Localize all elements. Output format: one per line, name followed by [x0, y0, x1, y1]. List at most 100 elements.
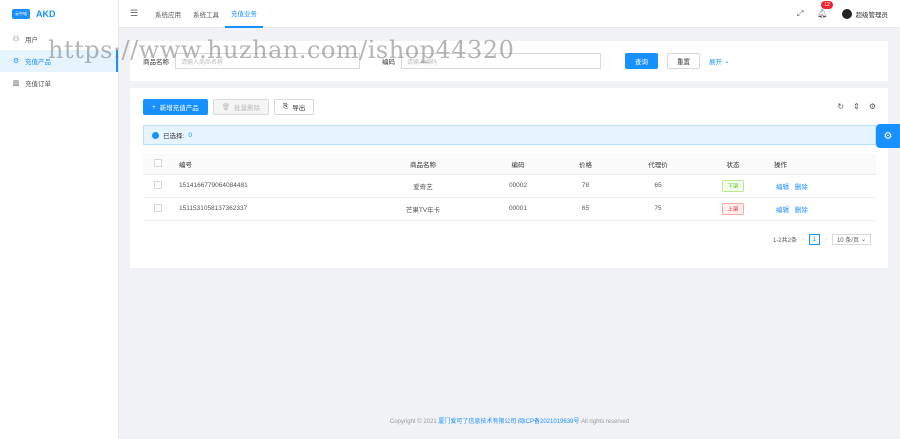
- bell-icon[interactable]: 🔔︎ 12: [817, 1, 833, 18]
- table-row: 1511531058137362337 芒果TV年卡 00001 65 75 上…: [143, 197, 876, 221]
- page-number-button[interactable]: 1: [808, 234, 820, 245]
- cell-name: 爱奇艺: [363, 174, 483, 198]
- menu-collapse-icon[interactable]: ☰: [119, 8, 149, 19]
- code-label: 编码: [382, 59, 395, 66]
- selection-prefix: 已选择:: [163, 133, 185, 140]
- cell-actions: 编辑 删除: [768, 174, 876, 198]
- batch-delete-button[interactable]: 🗑︎ 批量删除: [212, 99, 270, 115]
- query-button[interactable]: 查询: [625, 53, 658, 69]
- cell-id: 1514166779064084481: [173, 174, 363, 198]
- settings-icon[interactable]: ⚙: [869, 102, 876, 111]
- column-header-actions: 操作: [768, 154, 876, 175]
- add-product-button[interactable]: + 新增充值产品: [143, 99, 208, 115]
- export-label: 导出: [292, 105, 306, 112]
- select-all-checkbox-cell: [143, 154, 173, 175]
- footer-copyright: Copyright © 2021: [389, 419, 437, 425]
- top-header: ☰ 系统应用 系统工具 充值业务 ⤢ 🔔︎ 12 超级管理员: [119, 0, 900, 28]
- info-icon: [152, 131, 159, 139]
- row-checkbox[interactable]: [154, 180, 162, 189]
- status-badge: 下架: [722, 179, 744, 192]
- table-card: + 新增充值产品 🗑︎ 批量删除 ⎘ 导出 ↻ ⇕ ⚙ 已选择: 0 编号 商品…: [130, 88, 888, 268]
- avatar: [841, 8, 852, 19]
- product-name-label: 商品名称: [143, 59, 169, 66]
- export-button[interactable]: ⎘ 导出: [274, 99, 315, 115]
- notification-badge: 12: [821, 1, 833, 9]
- column-header-price[interactable]: 价格: [553, 154, 618, 175]
- table-header-row: 编号 商品名称 编码 价格 代理价 状态 操作: [143, 154, 876, 175]
- select-all-checkbox[interactable]: [154, 158, 162, 167]
- row-checkbox-cell: [143, 197, 173, 221]
- edit-link[interactable]: 编辑: [776, 184, 789, 191]
- cell-code: 00002: [483, 174, 553, 198]
- batch-delete-label: 批量删除: [234, 105, 261, 112]
- column-height-icon[interactable]: ⇕: [853, 102, 860, 111]
- pagination: 1-2共2条 ‹ 1 › 10 条/页 ⌄: [773, 234, 871, 245]
- cell-code: 00001: [483, 197, 553, 221]
- product-name-input[interactable]: 请输入商品名称: [175, 53, 360, 69]
- user-name: 超级管理员: [855, 11, 889, 19]
- cell-price: 65: [553, 197, 618, 221]
- page-size-value: 10 条/页: [836, 238, 859, 244]
- fullscreen-icon[interactable]: ⤢: [797, 9, 803, 19]
- footer-company-link[interactable]: 厦门爱可了信息技术有限公司 闽ICP备2021019639号: [438, 419, 579, 425]
- logo-mark: 云中城: [12, 9, 30, 19]
- tab-system-tools[interactable]: 系统工具: [187, 0, 225, 28]
- cell-status: 下架: [698, 174, 768, 198]
- plus-icon: +: [152, 103, 156, 111]
- sidebar-item-label: 充值产品: [25, 59, 51, 66]
- status-badge: 上架: [722, 202, 744, 215]
- logo-text: AKD: [36, 9, 56, 19]
- column-header-id[interactable]: 编号: [173, 154, 363, 175]
- prev-page-icon[interactable]: ‹: [802, 237, 804, 243]
- refresh-icon[interactable]: ↻: [837, 102, 844, 111]
- cell-name: 芒果TV年卡: [363, 197, 483, 221]
- reset-button[interactable]: 重置: [667, 53, 700, 69]
- selection-count: 0: [188, 131, 192, 139]
- sidebar-item-label: 充值订单: [25, 81, 51, 88]
- sidebar-item-label: 用户: [25, 37, 38, 44]
- product-table: 编号 商品名称 编码 价格 代理价 状态 操作 1514166779064084…: [143, 154, 876, 221]
- cell-agent-price: 65: [618, 174, 698, 198]
- delete-link[interactable]: 删除: [795, 184, 808, 191]
- page-size-select[interactable]: 10 条/页 ⌄: [831, 234, 871, 245]
- column-header-name[interactable]: 商品名称: [363, 154, 483, 175]
- add-product-label: 新增充值产品: [159, 105, 199, 112]
- chevron-down-icon: ⌄: [860, 237, 866, 243]
- column-header-code[interactable]: 编码: [483, 154, 553, 175]
- user-menu[interactable]: 超级管理员: [841, 8, 889, 19]
- table-tools: ↻ ⇕ ⚙: [837, 102, 876, 111]
- sidebar: 云中城 AKD ⚇ 用户 ⚙ 充值产品 ▥ 充值订单: [0, 0, 119, 439]
- delete-link[interactable]: 删除: [795, 207, 808, 214]
- expand-label: 展开: [709, 59, 722, 66]
- cell-actions: 编辑 删除: [768, 197, 876, 221]
- trash-icon: 🗑︎: [221, 104, 231, 111]
- tab-system-apps[interactable]: 系统应用: [149, 0, 187, 28]
- row-checkbox[interactable]: [154, 203, 162, 212]
- footer: Copyright © 2021 厦门爱可了信息技术有限公司 闽ICP备2021…: [119, 416, 900, 425]
- edit-link[interactable]: 编辑: [776, 207, 789, 214]
- row-checkbox-cell: [143, 174, 173, 198]
- cell-status: 上架: [698, 197, 768, 221]
- column-header-status[interactable]: 状态: [698, 154, 768, 175]
- selection-alert: 已选择: 0: [143, 125, 876, 145]
- export-icon: ⎘: [283, 103, 289, 110]
- settings-drawer-button[interactable]: ⚙: [876, 124, 900, 148]
- search-form: 商品名称 请输入商品名称 编码 请输入编码 查询 重置 展开 ⌄: [130, 41, 888, 81]
- next-page-icon[interactable]: ›: [825, 237, 827, 243]
- table-toolbar: + 新增充值产品 🗑︎ 批量删除 ⎘ 导出: [143, 99, 315, 115]
- expand-toggle[interactable]: 展开 ⌄: [709, 56, 729, 66]
- app-logo[interactable]: 云中城 AKD: [0, 0, 118, 28]
- sidebar-item-recharge-orders[interactable]: ▥ 充值订单: [0, 72, 118, 94]
- pagination-summary: 1-2共2条: [772, 238, 797, 244]
- cell-agent-price: 75: [618, 197, 698, 221]
- sidebar-item-recharge-products[interactable]: ⚙ 充值产品: [0, 50, 118, 72]
- bar-chart-icon: ▥: [12, 80, 20, 87]
- code-input[interactable]: 请输入编码: [401, 53, 601, 69]
- cell-id: 1511531058137362337: [173, 197, 363, 221]
- sidebar-item-users[interactable]: ⚇ 用户: [0, 28, 118, 50]
- tab-recharge-business[interactable]: 充值业务: [225, 0, 263, 28]
- footer-rights: All rights reserved: [581, 419, 630, 425]
- gear-icon: ⚙: [883, 130, 893, 142]
- column-header-agent-price[interactable]: 代理价: [618, 154, 698, 175]
- chevron-down-icon: ⌄: [724, 58, 730, 65]
